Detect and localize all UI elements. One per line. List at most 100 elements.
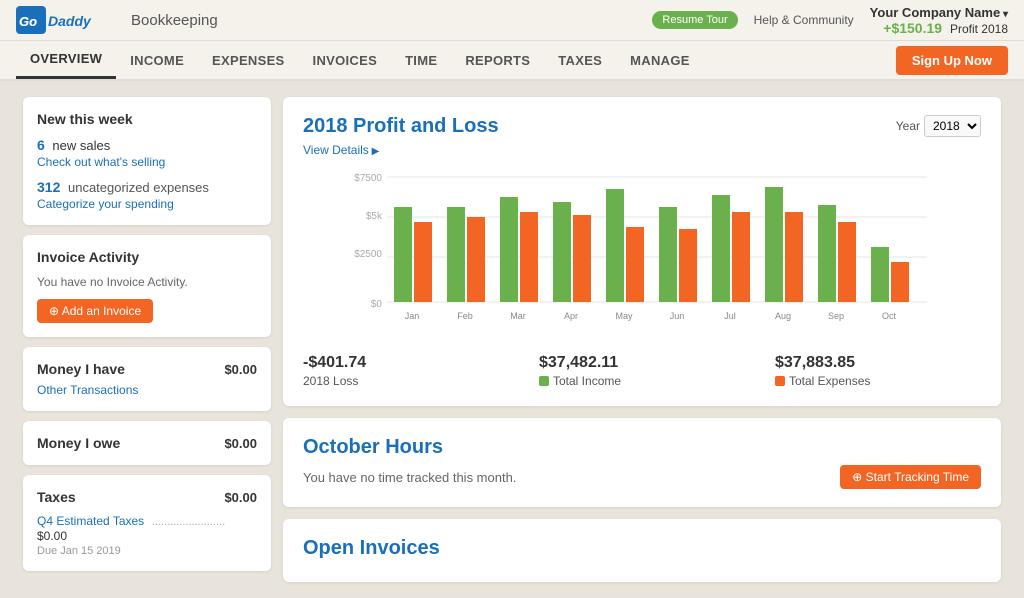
view-details-link[interactable]: View Details [303,143,379,157]
q4-taxes-link[interactable]: Q4 Estimated Taxes [37,514,144,528]
top-bar-left: Go Go Daddy Bookkeeping [16,4,218,36]
chart-header: 2018 Profit and Loss View Details Year 2… [303,115,981,157]
categorize-link[interactable]: Categorize your spending [37,197,257,211]
svg-text:$2500: $2500 [354,249,382,260]
bookkeeping-label: Bookkeeping [131,12,218,29]
expenses-value: $37,883.85 [775,354,981,372]
money-owe-row: Money I owe $0.00 [37,435,257,451]
svg-text:Jun: Jun [670,311,685,321]
svg-text:$5k: $5k [366,211,383,222]
year-select[interactable]: 2018 2017 [924,115,981,137]
whats-selling-link[interactable]: Check out what's selling [37,155,257,169]
svg-text:Feb: Feb [457,311,473,321]
svg-text:May: May [615,311,633,321]
money-have-title: Money I have [37,361,125,377]
new-sales-row: 6 new sales Check out what's selling [37,137,257,169]
income-value: $37,482.11 [539,354,745,372]
year-label: Year [896,119,920,133]
open-invoices-card: Open Invoices [283,519,1001,582]
invoice-activity-text: You have no Invoice Activity. [37,275,257,289]
income-label: Total Income [539,374,745,388]
invoice-activity-card: Invoice Activity You have no Invoice Act… [23,235,271,337]
money-have-row: Money I have $0.00 [37,361,257,377]
q4-taxes-row: Q4 Estimated Taxes .....................… [37,513,257,557]
top-bar: Go Go Daddy Bookkeeping Resume Tour Help… [0,0,1024,41]
new-this-week-card: New this week 6 new sales Check out what… [23,97,271,225]
chart-area: $7500 $5k $2500 $0 Jan Feb [303,167,981,340]
money-owe-value: $0.00 [224,436,257,451]
profit-loss-chart: $7500 $5k $2500 $0 Jan Feb [303,167,981,337]
income-legend-dot [539,376,549,386]
resume-tour-button[interactable]: Resume Tour [652,11,737,29]
nav-bar: OVERVIEW INCOME EXPENSES INVOICES TIME R… [0,41,1024,81]
loss-value: -$401.74 [303,354,509,372]
logo-area: Go Go Daddy Bookkeeping [16,4,218,36]
top-bar-right: Resume Tour Help & Community Your Compan… [652,5,1008,36]
godaddy-logo: Go Go Daddy [16,4,121,36]
chart-title-group: 2018 Profit and Loss View Details [303,115,499,157]
svg-text:$0: $0 [371,299,383,310]
nav-expenses[interactable]: EXPENSES [198,43,298,78]
income-stat: $37,482.11 Total Income [539,354,745,388]
svg-text:Daddy: Daddy [48,13,92,29]
loss-stat: -$401.74 2018 Loss [303,354,509,388]
start-tracking-button[interactable]: Start Tracking Time [840,465,981,489]
uncategorized-text: uncategorized expenses [68,180,209,195]
nav-income[interactable]: INCOME [116,43,198,78]
company-name[interactable]: Your Company Name [870,5,1008,20]
svg-text:Jul: Jul [724,311,736,321]
year-selector: Year 2018 2017 [896,115,981,137]
q4-taxes-amount: $0.00 [37,529,67,543]
taxes-header-row: Taxes $0.00 [37,489,257,505]
taxes-value: $0.00 [224,490,257,505]
other-transactions-link[interactable]: Other Transactions [37,383,257,397]
company-profit-group: Your Company Name +$150.19 Profit 2018 [870,5,1008,36]
taxes-dots: ........................ [152,516,225,528]
svg-text:Jan: Jan [405,311,420,321]
october-hours-title: October Hours [303,436,981,459]
loss-label: 2018 Loss [303,374,509,388]
money-have-card: Money I have $0.00 Other Transactions [23,347,271,411]
expenses-label: Total Expenses [775,374,981,388]
svg-text:Mar: Mar [510,311,526,321]
svg-text:Go: Go [19,14,37,29]
svg-text:$7500: $7500 [354,173,382,184]
main-content: New this week 6 new sales Check out what… [7,81,1017,598]
nav-taxes[interactable]: TAXES [544,43,616,78]
profit-display: +$150.19 Profit 2018 [883,20,1008,36]
uncategorized-count: 312 [37,179,60,195]
profit-loss-card: 2018 Profit and Loss View Details Year 2… [283,97,1001,406]
expenses-legend-dot [775,376,785,386]
new-sales-count: 6 [37,137,45,153]
svg-text:Oct: Oct [882,311,897,321]
expenses-stat: $37,883.85 Total Expenses [775,354,981,388]
october-hours-card: October Hours You have no time tracked t… [283,418,1001,507]
nav-time[interactable]: TIME [391,43,451,78]
nav-reports[interactable]: REPORTS [451,43,544,78]
nav-items: OVERVIEW INCOME EXPENSES INVOICES TIME R… [16,41,704,79]
taxes-due-date: Due Jan 15 2019 [37,545,257,557]
money-owe-title: Money I owe [37,435,120,451]
uncategorized-row: 312 uncategorized expenses Categorize yo… [37,179,257,211]
taxes-card: Taxes $0.00 Q4 Estimated Taxes .........… [23,475,271,571]
new-sales-text: new sales [52,138,110,153]
svg-text:Sep: Sep [828,311,844,321]
taxes-title: Taxes [37,489,76,505]
nav-manage[interactable]: MANAGE [616,43,704,78]
svg-text:Apr: Apr [564,311,578,321]
no-time-text: You have no time tracked this month. [303,470,516,485]
nav-invoices[interactable]: INVOICES [299,43,392,78]
new-this-week-title: New this week [37,111,257,127]
sidebar: New this week 6 new sales Check out what… [23,97,271,582]
october-hours-row: You have no time tracked this month. Sta… [303,465,981,489]
nav-overview[interactable]: OVERVIEW [16,41,116,79]
add-invoice-button[interactable]: Add an Invoice [37,299,153,323]
chart-legend: -$401.74 2018 Loss $37,482.11 Total Inco… [303,354,981,388]
svg-text:Aug: Aug [775,311,791,321]
sign-up-button[interactable]: Sign Up Now [896,46,1008,75]
profit-loss-title: 2018 Profit and Loss [303,115,499,138]
help-community-link[interactable]: Help & Community [754,13,854,27]
open-invoices-title: Open Invoices [303,537,981,560]
money-owe-card: Money I owe $0.00 [23,421,271,465]
main-panel: 2018 Profit and Loss View Details Year 2… [283,97,1001,582]
